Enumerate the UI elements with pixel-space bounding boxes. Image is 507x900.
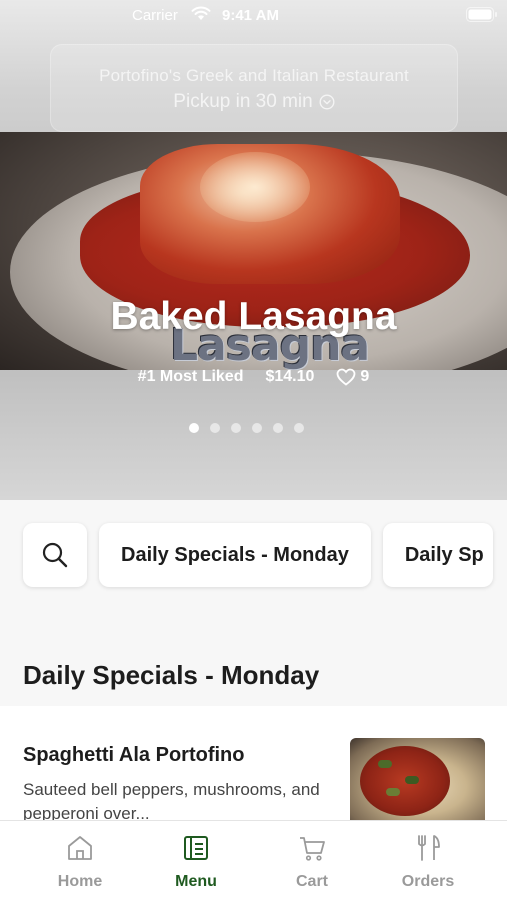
tab-cart-label: Cart: [295, 873, 328, 890]
tab-bar: Home Menu Cart Orders: [0, 820, 507, 900]
pickup-selector[interactable]: Pickup in 30 min: [51, 91, 457, 113]
tab-cart[interactable]: Cart: [254, 821, 370, 900]
tab-menu[interactable]: Menu: [138, 821, 254, 900]
tab-home-label: Home: [57, 873, 103, 890]
restaurant-name: Portofino's Greek and Italian Restaurant: [99, 66, 409, 85]
carousel-dot[interactable]: [294, 423, 304, 433]
clock-label: 9:41 AM: [222, 7, 279, 24]
featured-item-price: $14.10: [265, 368, 315, 385]
carousel-dot[interactable]: [252, 423, 262, 433]
carousel-dot[interactable]: [210, 423, 220, 433]
heart-icon: [337, 368, 356, 386]
home-icon: [68, 836, 92, 860]
search-icon: [42, 542, 68, 568]
hero-banner: Carrier 9:41 AM Lasagna Portofino's Gree…: [0, 0, 507, 500]
carousel-dot[interactable]: [231, 423, 241, 433]
likes-count[interactable]: 9: [336, 368, 369, 386]
orders-icon: [418, 835, 440, 861]
tab-orders-label: Orders: [401, 873, 455, 890]
menu-item-card[interactable]: Spaghetti Ala Portofino Sauteed bell pep…: [0, 706, 507, 826]
battery-icon: [466, 7, 497, 22]
tab-menu-label: Menu: [175, 873, 217, 890]
menu-icon: [184, 836, 208, 860]
most-liked-badge: #1 Most Liked: [137, 368, 244, 385]
category-chip-daily-specials-monday[interactable]: Daily Specials - Monday: [99, 523, 371, 587]
restaurant-header-card[interactable]: Portofino's Greek and Italian Restaurant…: [50, 44, 458, 132]
chevron-down-circle-icon: [319, 94, 335, 110]
cart-icon: [300, 837, 325, 861]
featured-item-meta: #1 Most Liked $14.10 9: [0, 368, 507, 386]
search-button[interactable]: [23, 523, 87, 587]
tab-orders[interactable]: Orders: [370, 821, 486, 900]
carousel-dot[interactable]: [273, 423, 283, 433]
featured-item-title: Baked Lasagna: [110, 295, 397, 338]
carousel-dots[interactable]: [189, 423, 304, 433]
menu-item-name: Spaghetti Ala Portofino: [23, 744, 245, 766]
category-chip-row[interactable]: Daily Specials - Monday Daily Sp: [23, 523, 493, 587]
tab-home[interactable]: Home: [22, 821, 138, 900]
section-title: Daily Specials - Monday: [23, 660, 320, 690]
status-bar: Carrier 9:41 AM: [0, 0, 507, 30]
menu-item-description: Sauteed bell peppers, mushrooms, and pep…: [23, 780, 320, 823]
pickup-label: Pickup in 30 min: [173, 91, 313, 112]
likes-number: 9: [360, 368, 370, 385]
carousel-dot[interactable]: [189, 423, 199, 433]
wifi-icon: [191, 6, 211, 20]
carrier-label: Carrier: [132, 7, 178, 24]
category-chip-daily-specials[interactable]: Daily Sp: [382, 523, 493, 587]
menu-item-image: [350, 738, 485, 826]
